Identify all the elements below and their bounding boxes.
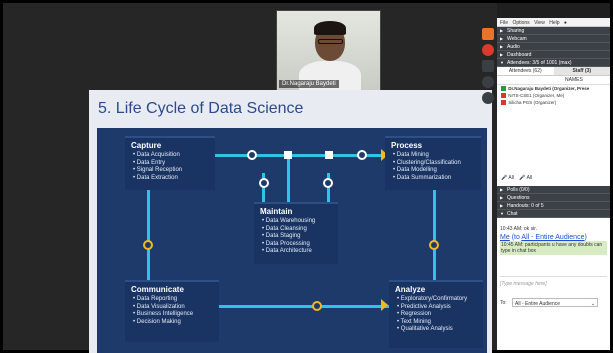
list-item: Data Warehousing	[262, 218, 338, 226]
staff-name: Dr.Nagaraju Baydeti (Organizer, Prese	[508, 86, 590, 91]
presenter-webcam: Dr.Nagaraju Baydeti	[276, 10, 381, 91]
list-item: Clustering/Classification	[393, 160, 481, 168]
list-item: Regression	[397, 311, 483, 319]
recipient-value: All - Entire Audience	[515, 301, 561, 307]
audio-icon[interactable]	[482, 76, 494, 88]
list-item: Data Modelling	[393, 167, 481, 175]
slide-diagram: Capture Data Acquisition Data Entry Sign…	[97, 128, 487, 353]
attendee-tabs: Attendees (62) Staff (3)	[497, 67, 610, 76]
list-item: Data Entry	[133, 160, 215, 168]
chevron-down-icon: ⌄	[590, 301, 595, 307]
mic-icon[interactable]	[501, 100, 506, 106]
status-icon: ●	[563, 20, 567, 26]
communicate-box: Communicate Data Reporting Data Visualiz…	[125, 280, 219, 342]
list-item: Predictive Analysis	[397, 304, 483, 312]
section-questions[interactable]: Questions	[497, 194, 610, 202]
chat-message: 10:45 AM: participants u have any doubts…	[500, 241, 607, 255]
process-box: Process Data Mining Clustering/Classific…	[385, 136, 481, 190]
analyze-heading: Analyze	[395, 285, 426, 294]
list-item: Data Acquisition	[133, 152, 215, 160]
chat-recipient: All - Entire Audience	[521, 234, 585, 241]
maintain-heading: Maintain	[260, 207, 293, 216]
connector-node	[247, 150, 257, 160]
slide: 5. Life Cycle of Data Science Capture Da…	[89, 90, 492, 353]
connector-node	[429, 240, 439, 250]
list-item: Data Reporting	[133, 296, 219, 304]
mic-icon[interactable]	[501, 93, 506, 99]
names-header: NAMES	[497, 76, 610, 85]
list-item: Exploratory/Confirmatory	[397, 296, 483, 304]
analyze-box: Analyze Exploratory/Confirmatory Predict…	[389, 280, 483, 348]
list-item: Data Staging	[262, 233, 338, 241]
connector-node	[325, 151, 333, 159]
section-sharing[interactable]: Sharing	[497, 27, 610, 35]
panel-menubar: File Options View Help ●	[497, 18, 610, 27]
arrow-marker	[381, 299, 388, 311]
list-item: Business Intelligence	[133, 311, 219, 319]
menu-help[interactable]: Help	[549, 20, 559, 26]
chat-sender-name: Me	[500, 234, 510, 241]
connector-node	[357, 150, 367, 160]
communicate-heading: Communicate	[131, 285, 184, 294]
list-item[interactable]: Dr.Nagaraju Baydeti (Organizer, Prese	[497, 85, 610, 92]
stop-icon[interactable]	[482, 44, 494, 56]
chat-message: 10:43 AM: ok sir.	[500, 226, 537, 232]
section-audio[interactable]: Audio	[497, 43, 610, 51]
mic-icon[interactable]	[501, 86, 506, 92]
maintain-box: Maintain Data Warehousing Data Cleansing…	[254, 202, 338, 264]
recipient-select[interactable]: All - Entire Audience ⌄	[512, 298, 598, 307]
menu-options[interactable]: Options	[512, 20, 529, 26]
list-item: Qualitative Analysis	[397, 326, 483, 334]
list-item: Data Processing	[262, 241, 338, 249]
capture-box: Capture Data Acquisition Data Entry Sign…	[125, 136, 215, 190]
unmute-all-button[interactable]: All	[527, 175, 533, 181]
connector-node	[259, 178, 269, 188]
section-polls[interactable]: Polls (0/0)	[497, 186, 610, 194]
list-item[interactable]: Silicha PGS (Organizer)	[497, 99, 610, 106]
webcam-icon[interactable]	[482, 60, 494, 72]
unmute-all-icon[interactable]: 🎤	[519, 175, 525, 181]
mute-bar: 🎤 All 🎤 All	[497, 173, 610, 183]
list-item: Data Architecture	[262, 248, 338, 256]
chat-log: 10:43 AM: ok sir. Me (to All - Entire Au…	[497, 224, 610, 257]
staff-name: Silicha PGS (Organizer)	[508, 100, 557, 105]
mute-all-icon[interactable]: 🎤	[501, 175, 507, 181]
slide-title: 5. Life Cycle of Data Science	[98, 100, 304, 117]
connector-node	[323, 178, 333, 188]
list-item[interactable]: NITS-CSE1 (Organizer, Me)	[497, 92, 610, 99]
list-item: Text Mining	[397, 319, 483, 327]
connector-node	[284, 151, 292, 159]
section-chat[interactable]: Chat	[497, 210, 610, 218]
section-dashboard[interactable]: Dashboard	[497, 51, 610, 59]
list-item: Signal Reception	[133, 167, 215, 175]
names-label: NAMES	[565, 77, 583, 83]
list-item: Decision Making	[133, 319, 219, 327]
tab-staff[interactable]: Staff (3)	[553, 67, 610, 75]
message-input[interactable]: [Type message here]	[500, 276, 607, 290]
presenter-name: Dr.Nagaraju Baydeti	[279, 80, 339, 88]
list-item: Data Summarization	[393, 175, 481, 183]
control-panel: File Options View Help ● Sharing Webcam …	[497, 18, 610, 350]
share-screen-icon[interactable]	[482, 28, 494, 40]
section-attendees[interactable]: Attendees: 3/5 of 1001 (max)	[497, 59, 610, 67]
section-handouts[interactable]: Handouts: 0 of 5	[497, 202, 610, 210]
connector-node	[312, 301, 322, 311]
capture-heading: Capture	[131, 141, 162, 150]
tab-attendees[interactable]: Attendees (62)	[497, 67, 554, 75]
process-heading: Process	[391, 141, 423, 150]
mute-all-button[interactable]: All	[508, 175, 514, 181]
section-webcam[interactable]: Webcam	[497, 35, 610, 43]
to-label: To:	[500, 300, 507, 306]
menu-view[interactable]: View	[534, 20, 545, 26]
staff-name: NITS-CSE1 (Organizer, Me)	[508, 93, 565, 98]
list-item: Data Cleansing	[262, 226, 338, 234]
list-item: Data Extraction	[133, 175, 215, 183]
list-item: Data Mining	[393, 152, 481, 160]
control-strip	[482, 28, 496, 108]
list-item: Data Visualization	[133, 304, 219, 312]
connector-node	[143, 240, 153, 250]
hand-icon[interactable]	[482, 92, 494, 104]
recipient-bar: To: All - Entire Audience ⌄	[500, 298, 607, 308]
menu-file[interactable]: File	[500, 20, 508, 26]
